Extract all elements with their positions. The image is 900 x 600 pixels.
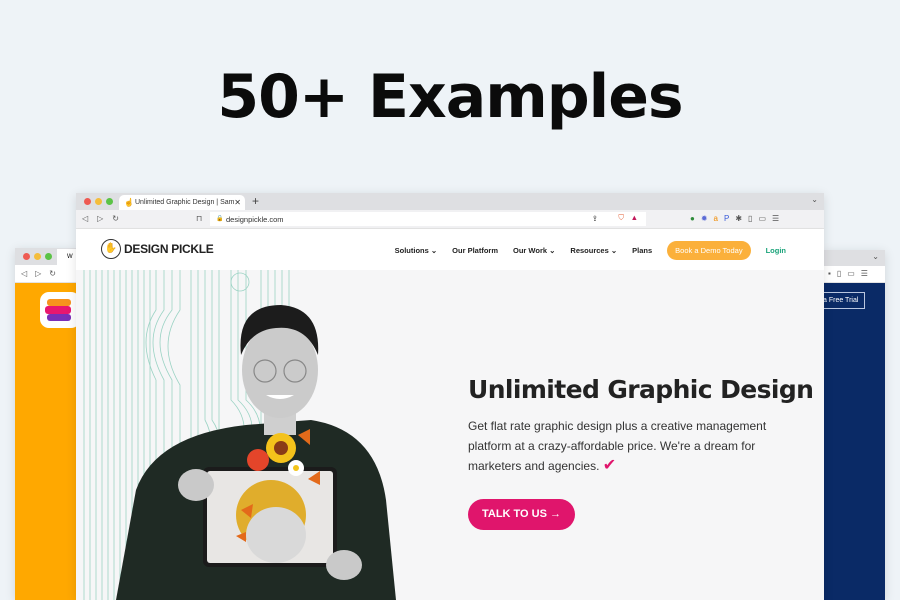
lock-icon: 🔒 — [216, 216, 224, 222]
close-dot[interactable] — [23, 253, 30, 260]
design-pickle-logo[interactable]: ✋ DESIGN PICKLE — [101, 239, 214, 259]
maximize-dot[interactable] — [45, 253, 52, 260]
login-link[interactable]: Login — [766, 246, 786, 255]
right-hand — [326, 550, 362, 580]
url-text: designpickle.com — [226, 215, 284, 224]
chevron-down-icon[interactable]: ⌄ — [811, 195, 818, 204]
favicon-icon: ☝ — [124, 198, 134, 207]
brave-shield-icon[interactable]: ⛉ — [618, 213, 624, 223]
new-tab-button[interactable]: + — [252, 194, 259, 208]
chevron-down-icon[interactable]: ⌄ — [872, 252, 879, 261]
left-hand — [178, 469, 214, 501]
site-header: ✋ DESIGN PICKLE Solutions ⌄ Our Platform… — [76, 229, 824, 270]
bookmark-icon[interactable]: ⊓ — [196, 214, 202, 223]
share-icon[interactable]: ⇪ — [592, 214, 598, 223]
nav-buttons[interactable]: ◁▷↻ — [15, 265, 76, 283]
nav-our-work[interactable]: Our Work ⌄ — [513, 246, 555, 255]
book-demo-button[interactable]: Book a Demo Today — [667, 241, 751, 260]
rewards-icon[interactable]: ▲ — [631, 213, 638, 222]
background-browser-left: W ◁▷↻ — [15, 248, 76, 600]
nav-plans[interactable]: Plans — [632, 246, 652, 255]
close-tab-icon[interactable]: ✕ — [234, 198, 241, 207]
address-bar[interactable]: 🔒 designpickle.com ⇪ ⛉ ▲ — [210, 212, 646, 226]
page-content — [15, 283, 76, 600]
active-tab[interactable]: ☝ Unlimited Graphic Design | Sam ✕ — [119, 195, 245, 210]
pickle-hand-icon: ✋ — [101, 239, 121, 259]
talk-to-us-button[interactable]: TALK TO US → — [468, 499, 575, 530]
nav-our-platform[interactable]: Our Platform — [452, 246, 498, 255]
browser-toolbar: ◁▷↻ ⊓ 🔒 designpickle.com ⇪ ⛉ ▲ ●✹aP✱▯▭☰ — [76, 210, 824, 229]
tab[interactable]: W — [57, 249, 76, 265]
extension-icons[interactable]: ●✹aP✱▯▭☰ — [690, 214, 785, 223]
minimize-dot[interactable] — [95, 198, 102, 205]
tab-bar: ☝ Unlimited Graphic Design | Sam ✕ + ⌄ — [76, 193, 824, 210]
hero-title: Unlimited Graphic Design — [468, 375, 814, 404]
tab-bar: W — [15, 248, 76, 265]
page-headline: 50+ Examples — [217, 62, 683, 132]
maximize-dot[interactable] — [106, 198, 113, 205]
hero-description: Get flat rate graphic design plus a crea… — [468, 419, 767, 474]
main-nav: Solutions ⌄ Our Platform Our Work ⌄ Reso… — [395, 241, 786, 260]
extension-icons[interactable]: ▪▯▭☰ — [824, 266, 885, 283]
hero-section: Unlimited Graphic Design Get flat rate g… — [76, 270, 824, 600]
app-logo-icon — [40, 292, 76, 328]
nav-resources[interactable]: Resources ⌄ — [570, 246, 617, 255]
main-browser-window: ☝ Unlimited Graphic Design | Sam ✕ + ⌄ ◁… — [76, 193, 824, 600]
free-trial-button[interactable]: a Free Trial — [824, 292, 865, 309]
background-browser-right: ⌄ ▪▯▭☰ a Free Trial — [824, 250, 885, 600]
checkmark-icon: ✔ — [602, 457, 617, 474]
close-dot[interactable] — [84, 198, 91, 205]
nav-buttons[interactable]: ◁▷↻ — [82, 214, 128, 223]
minimize-dot[interactable] — [34, 253, 41, 260]
tab-title: Unlimited Graphic Design | Sam — [135, 199, 235, 206]
nav-solutions[interactable]: Solutions ⌄ — [395, 246, 438, 255]
